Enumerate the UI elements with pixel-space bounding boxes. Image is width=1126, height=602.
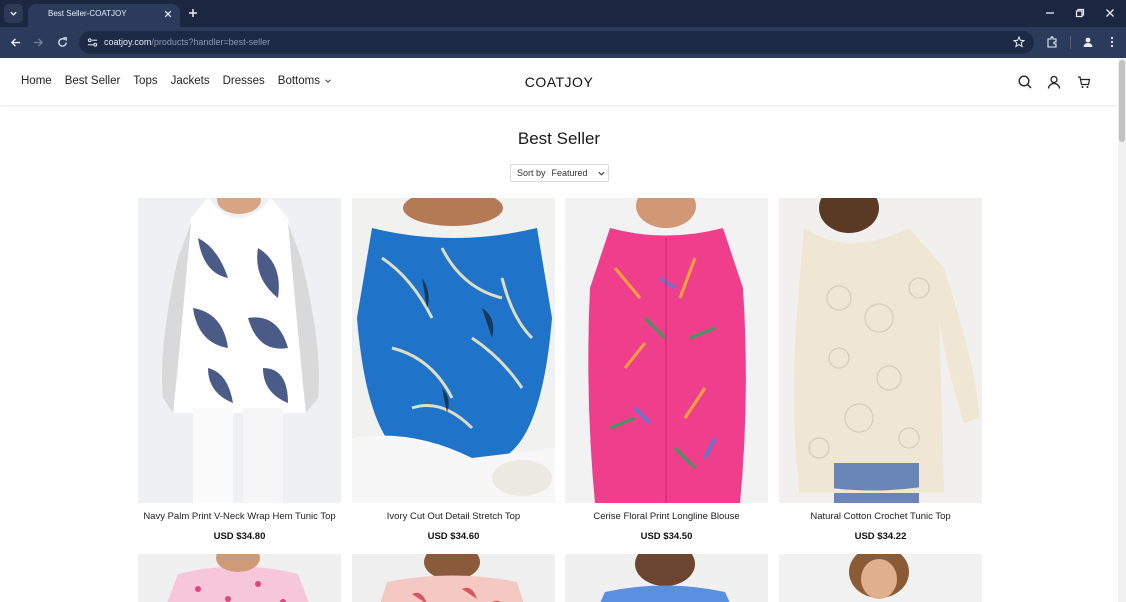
restore-button[interactable] [1073,6,1087,20]
back-icon [10,37,20,47]
extensions-icon [1047,36,1057,48]
product-image[interactable] [138,554,341,602]
close-window-icon [1106,9,1114,17]
product-image[interactable] [565,198,768,503]
product-image[interactable] [352,198,555,503]
new-tab-button[interactable] [186,6,200,20]
product-image[interactable] [138,198,341,503]
menu-dots-icon [1110,36,1114,48]
product-card[interactable] [779,554,982,602]
profile-icon [1083,37,1093,47]
sort-value: Featured [551,168,588,178]
site-header: Home Best Seller Tops Jackets Dresses Bo… [0,58,1118,106]
search-icon [1018,75,1032,89]
page-title: Best Seller [517,129,601,148]
user-icon [1047,75,1061,89]
sort-label: Sort by [517,168,546,178]
product-image[interactable] [779,554,982,602]
product-image[interactable] [779,198,982,503]
web-page: Home Best Seller Tops Jackets Dresses Bo… [0,58,1118,602]
cart-button[interactable] [1076,74,1092,90]
product-card[interactable] [565,554,768,602]
url-path: /products?handler=best-seller [151,37,271,47]
product-image[interactable] [565,554,768,602]
product-price: USD $34.22 [854,531,907,542]
product-name[interactable]: Cerise Floral Print Longline Blouse [555,511,778,522]
browser-toolbar: coatjoy.com/products?handler=best-seller [0,27,1126,58]
cart-icon [1078,76,1091,88]
account-button[interactable] [1046,74,1062,90]
product-card[interactable]: Natural Cotton Crochet Tunic Top USD $34… [779,198,982,542]
chevron-down-icon [10,11,17,16]
close-icon [164,10,172,18]
minimize-icon [1046,12,1054,14]
address-bar[interactable]: coatjoy.com/products?handler=best-seller [79,31,1034,54]
product-image[interactable] [352,554,555,602]
reload-icon [57,36,67,47]
product-card[interactable] [352,554,555,602]
browser-menu-button[interactable] [1105,35,1119,49]
restore-icon [1075,8,1085,18]
extensions-button[interactable] [1045,35,1059,49]
tab-title: Best Seller-COATJOY [48,9,127,18]
site-info-button[interactable] [85,35,100,50]
bookmark-button[interactable] [1012,35,1026,49]
product-card[interactable]: Cerise Floral Print Longline Blouse USD … [565,198,768,542]
toolbar-divider [1070,36,1071,49]
tab-list-button[interactable] [4,4,23,23]
search-button[interactable] [1017,74,1033,90]
close-window-button[interactable] [1103,6,1117,20]
product-name[interactable]: Ivory Cut Out Detail Stretch Top [342,511,565,522]
back-button[interactable] [8,35,22,49]
product-name[interactable]: Navy Palm Print V-Neck Wrap Hem Tunic To… [128,511,351,522]
tab-close-button[interactable] [162,8,174,20]
forward-icon [33,37,43,47]
product-name[interactable]: Natural Cotton Crochet Tunic Top [769,511,992,522]
url-host: coatjoy.com [104,37,152,47]
chevron-down-icon [597,171,605,176]
site-info-icon [87,38,98,47]
plus-icon [189,9,197,17]
product-card[interactable]: Ivory Cut Out Detail Stretch Top USD $34… [352,198,555,542]
product-price: USD $34.50 [640,531,693,542]
product-card[interactable] [138,554,341,602]
reload-button[interactable] [55,35,69,49]
sort-dropdown[interactable]: Sort by Featured [510,164,609,182]
site-logo[interactable]: COATJOY [0,74,1118,90]
product-price: USD $34.80 [213,531,266,542]
active-tab[interactable]: Best Seller-COATJOY [28,4,180,27]
forward-button[interactable] [31,35,45,49]
product-price: USD $34.60 [427,531,480,542]
star-icon [1013,36,1025,48]
tab-strip: Best Seller-COATJOY [0,0,1126,27]
scrollbar-thumb[interactable] [1119,60,1125,142]
product-card[interactable]: Navy Palm Print V-Neck Wrap Hem Tunic To… [138,198,341,542]
url-text: coatjoy.com/products?handler=best-seller [104,37,270,47]
page-scrollbar[interactable] [1118,58,1126,602]
profile-button[interactable] [1081,35,1095,49]
minimize-button[interactable] [1043,6,1057,20]
